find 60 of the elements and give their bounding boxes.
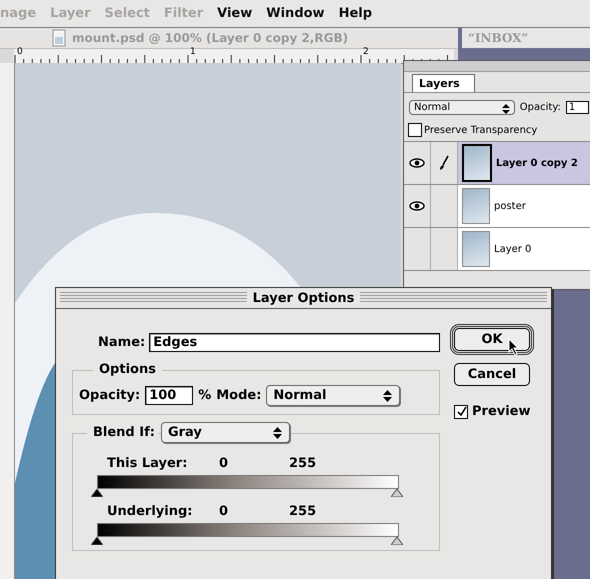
layer-thumbnail bbox=[462, 231, 490, 267]
menu-item[interactable]: View bbox=[217, 6, 252, 21]
slider-thumb[interactable] bbox=[91, 489, 103, 497]
ruler-label: 2 bbox=[363, 47, 369, 57]
name-field[interactable]: Edges bbox=[149, 333, 440, 352]
group-label: Options bbox=[93, 362, 162, 377]
window-title: “INBOX” bbox=[468, 31, 528, 45]
opacity-field[interactable]: 1 bbox=[566, 100, 589, 114]
low-value: 0 bbox=[219, 456, 230, 471]
preview-label: Preview bbox=[472, 404, 531, 419]
ruler-label: 0 bbox=[17, 47, 23, 57]
high-value: 255 bbox=[289, 504, 316, 519]
visibility-toggle[interactable] bbox=[404, 185, 431, 227]
slider-thumb[interactable] bbox=[391, 489, 403, 497]
slider-thumb[interactable] bbox=[91, 537, 103, 545]
dialog-title: Layer Options bbox=[252, 290, 354, 306]
up-down-arrows-icon bbox=[272, 427, 282, 439]
visibility-toggle[interactable] bbox=[404, 142, 431, 184]
opacity-label: Opacity: bbox=[520, 102, 561, 112]
eye-icon bbox=[409, 158, 425, 168]
layer-row[interactable]: Layer 0 copy 2 bbox=[404, 142, 590, 185]
layer-name: Layer 0 bbox=[494, 244, 532, 254]
name-label: Name: bbox=[98, 335, 146, 350]
window-title: mount.psd @ 100% (Layer 0 copy 2,RGB) bbox=[72, 31, 348, 45]
mode-label: Mode: bbox=[216, 388, 262, 403]
checkbox[interactable] bbox=[408, 123, 422, 137]
edit-toggle[interactable] bbox=[431, 185, 458, 227]
eye-icon bbox=[409, 201, 425, 211]
preview-checkbox[interactable] bbox=[454, 404, 468, 418]
menu-item[interactable]: Window bbox=[266, 6, 325, 21]
opacity-field[interactable]: 100 bbox=[145, 386, 194, 405]
opacity-label: Opacity: bbox=[79, 388, 140, 403]
ruler-label: 1 bbox=[190, 47, 196, 57]
layer-row[interactable]: Layer 0 bbox=[404, 228, 590, 271]
menu-item[interactable]: Help bbox=[338, 6, 372, 21]
document-icon bbox=[52, 29, 66, 47]
pointer-cursor-icon bbox=[508, 338, 520, 356]
blend-if-dropdown[interactable]: Gray bbox=[160, 422, 290, 443]
layer-name: poster bbox=[494, 200, 526, 212]
up-down-arrows-icon bbox=[502, 104, 510, 114]
mode-dropdown[interactable]: Normal bbox=[266, 385, 400, 406]
dialog-button[interactable]: Cancel bbox=[454, 363, 530, 386]
slider-thumb[interactable] bbox=[391, 537, 403, 545]
high-value: 255 bbox=[289, 456, 316, 471]
layer-name: Layer 0 copy 2 bbox=[496, 158, 578, 168]
low-value: 0 bbox=[219, 504, 230, 519]
brush-icon bbox=[438, 155, 450, 171]
visibility-toggle[interactable] bbox=[404, 228, 431, 270]
slider-label: This Layer: bbox=[106, 456, 188, 471]
checkbox-label: Preserve Transparency bbox=[424, 124, 538, 136]
edit-toggle[interactable] bbox=[431, 142, 458, 184]
layer-row[interactable]: poster bbox=[404, 185, 590, 228]
slider-label: Underlying: bbox=[106, 504, 194, 519]
layers-tab[interactable]: Layers bbox=[412, 74, 475, 92]
blend-mode-dropdown[interactable]: Normal bbox=[409, 100, 515, 114]
layer-thumbnail bbox=[462, 144, 492, 182]
layer-thumbnail bbox=[462, 188, 490, 224]
up-down-arrows-icon bbox=[383, 390, 392, 402]
percent-label: % bbox=[198, 388, 212, 403]
edit-toggle[interactable] bbox=[431, 228, 458, 270]
